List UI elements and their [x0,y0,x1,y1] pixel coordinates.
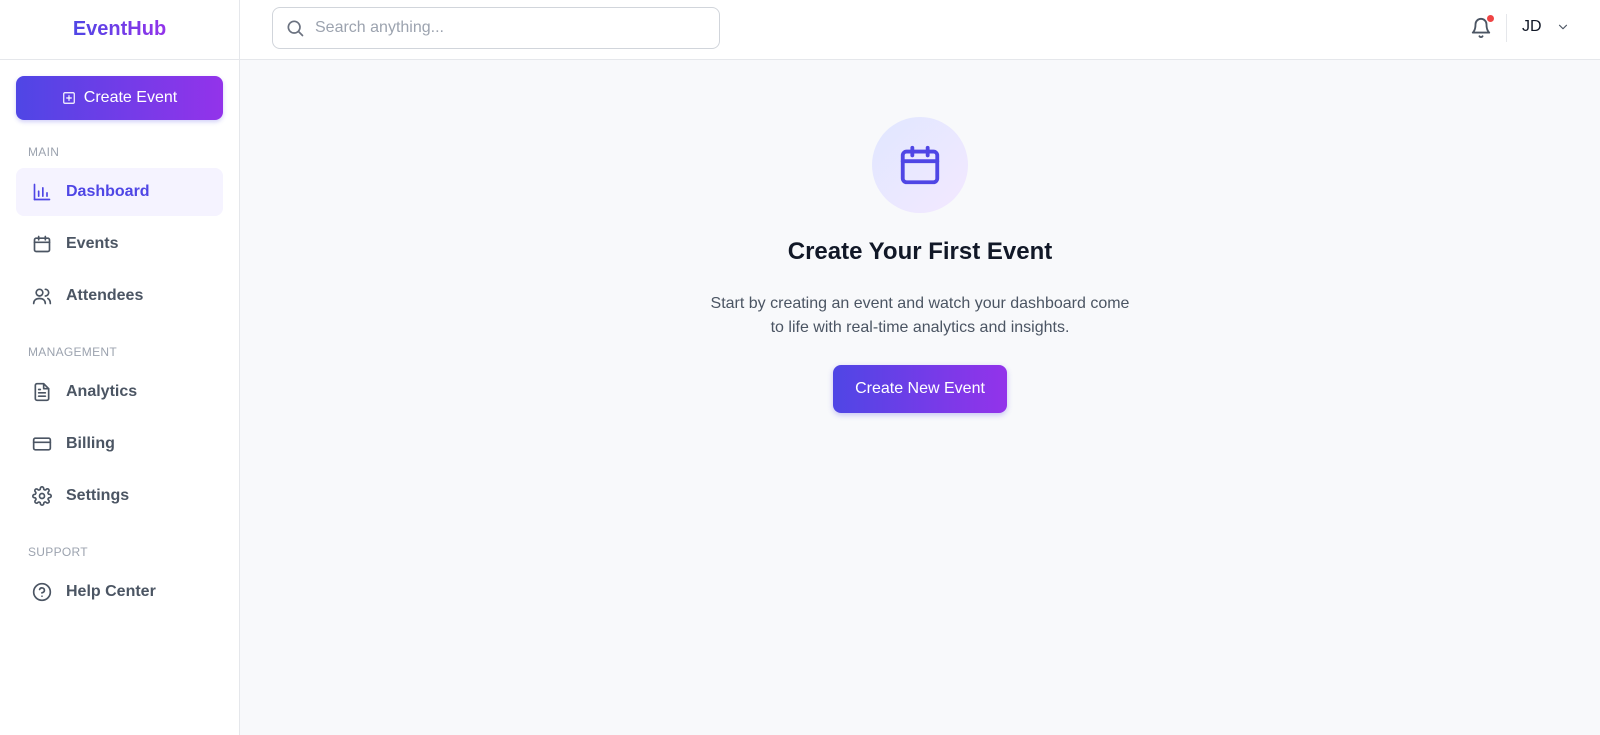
section-label-support: SUPPORT [28,545,88,559]
plus-square-icon [62,92,75,104]
brand: EventHub [0,0,239,60]
document-icon [34,382,50,402]
notification-dot [1487,15,1494,22]
sidebar-item-analytics[interactable]: Analytics [16,368,223,416]
sidebar-item-label: Dashboard [66,183,150,200]
sidebar-item-settings[interactable]: Settings [16,472,223,520]
calendar-icon [900,145,940,185]
bar-chart-icon [33,183,51,201]
create-event-button[interactable]: Create Event [16,76,223,120]
users-icon [32,288,52,305]
sidebar-item-billing[interactable]: Billing [16,420,223,468]
sidebar-item-label: Analytics [66,383,138,400]
sidebar-item-label: Help Center [66,583,156,600]
topbar-divider [1506,14,1507,42]
empty-state-description: Start by creating an event and watch you… [710,295,1130,336]
empty-state-icon-circle [872,117,968,213]
chevron-down-icon [1558,24,1567,30]
search-icon [287,20,304,37]
sidebar-item-events[interactable]: Events [16,220,223,268]
sidebar-item-dashboard[interactable]: Dashboard [16,168,223,216]
sidebar-item-attendees[interactable]: Attendees [16,272,223,320]
create-event-label: Create Event [83,89,178,106]
credit-card-icon [32,437,52,451]
sidebar-item-label: Attendees [66,287,144,304]
help-circle-icon [32,582,52,602]
sidebar: EventHub Create Event MAIN Dashboard Eve… [0,0,240,735]
notifications-button[interactable] [1470,15,1494,41]
calendar-icon [33,235,51,253]
sidebar-item-label: Events [66,235,119,252]
search-input[interactable] [315,19,705,37]
gear-icon [32,486,52,506]
topbar: JD [240,0,1600,60]
section-label-management: MANAGEMENT [28,345,118,359]
section-label-main: MAIN [28,145,60,159]
sidebar-item-label: Billing [66,435,115,452]
create-new-event-button[interactable]: Create New Event [833,365,1007,413]
app-logo-text[interactable]: EventHub [73,18,166,41]
empty-state-title: Create Your First Event [787,238,1053,265]
user-menu[interactable]: JD [1522,18,1570,36]
search-box[interactable] [272,7,720,49]
user-initials: JD [1522,18,1542,35]
sidebar-item-label: Settings [66,487,130,504]
sidebar-item-help-center[interactable]: Help Center [16,568,223,616]
